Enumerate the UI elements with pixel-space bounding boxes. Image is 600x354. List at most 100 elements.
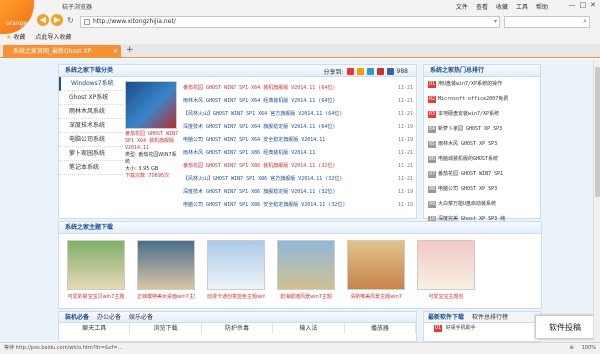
menu-tools[interactable]: 工具 [516, 2, 528, 11]
list-item[interactable]: 【风林火山】GHOST WIN7 SP1 X64 官方旗舰版 V2014.11 … [183, 108, 413, 121]
list-item[interactable]: 01 好桌手机助手 [424, 323, 540, 334]
share-qzone-icon[interactable] [356, 68, 364, 75]
header-chat[interactable]: 聊天工具 [59, 323, 131, 334]
item-text[interactable]: 雨林木风 GHOST XP SP3 [438, 141, 497, 147]
back-button[interactable]: ◀ [37, 14, 49, 26]
search-input[interactable]: ⌕ [504, 16, 590, 28]
theme-thumbnail[interactable]: 碧海银滩风景win7主题 [277, 240, 335, 300]
list-item[interactable]: 雨林木风 GHOST WIN7 SP1 X64 经典装机版 V2014.11 (… [183, 95, 413, 108]
sidebar-item[interactable]: Ghost XP系统 [59, 91, 123, 105]
maximize-button[interactable]: □ [580, 1, 587, 9]
list-item[interactable]: 电脑公司 GHOST WIN7 SP1 X86 安全稳定旗舰版 V2014.11… [183, 199, 413, 212]
item-title[interactable]: 深度技术 GHOST WIN7 SP1 X64 旗舰稳定版 V2014.11 (… [183, 121, 335, 134]
item-text[interactable]: 番茄花园 GHOST WIN7 SP1 [438, 171, 503, 177]
search-icon[interactable]: ⌕ [583, 17, 587, 26]
favorites-button[interactable]: ★ 收藏 [6, 32, 25, 41]
thumbnail-caption[interactable]: 可爱的婴宝宝贝win7主题 [67, 293, 125, 300]
item-text[interactable]: 电脑城装机版的GHOST系统 [438, 156, 498, 162]
list-item[interactable]: 04 新萝卜家园 GHOST XP SP3 [424, 122, 540, 137]
menu-favorites[interactable]: 收藏 [496, 2, 508, 11]
menu-help[interactable]: 帮助 [536, 2, 548, 11]
featured-image[interactable] [125, 81, 177, 129]
thumbnail-image[interactable] [347, 240, 405, 290]
thumbnail-image[interactable] [417, 240, 475, 290]
list-item[interactable]: 07 番茄花园 GHOST WIN7 SP1 [424, 167, 540, 182]
featured-item[interactable]: 番茄花园 GHOST WIN7 SP1 X64 装机旗舰版 V2014.11 类… [125, 81, 181, 180]
header-player[interactable]: 播放器 [345, 323, 417, 334]
scrollbar-thumb[interactable] [595, 67, 600, 197]
header-browser[interactable]: 浏览下载 [130, 323, 202, 334]
thumbnail-image[interactable] [207, 240, 265, 290]
theme-thumbnail[interactable]: 动漫卡通创意蓝色主题win7 [207, 240, 265, 300]
list-item[interactable]: 【风林火山】GHOST WIN7 SP1 X86 官方旗舰版 V2014.11 … [183, 173, 413, 186]
list-item[interactable]: 08 电脑公司 GHOST XP SP3 [424, 182, 540, 197]
submit-software-button[interactable]: 软件投稿 [535, 315, 595, 339]
item-title[interactable]: 电脑公司 GHOST WIN7 SP1 X86 安全稳定旗舰版 V2014.11… [183, 199, 345, 212]
item-title[interactable]: 【风林火山】GHOST WIN7 SP1 X86 官方旗舰版 V2014.11 … [183, 173, 342, 186]
theme-thumbnail[interactable]: 可爱宝宝主题包 [417, 240, 475, 300]
list-item[interactable]: 05 雨林木风 GHOST XP SP3 [424, 137, 540, 152]
list-item[interactable]: 09 大白菜万能U盘启动装系统 [424, 197, 540, 212]
item-title[interactable]: 雨林木风 GHOST WIN7 SP1 X64 经典装机版 V2014.11 (… [183, 95, 335, 108]
sidebar-item[interactable]: 雨林木风系统 [59, 105, 123, 119]
item-title[interactable]: 番茄花园 GHOST WIN7 SP1 X86 装机旗舰版 V2014.11 (… [183, 160, 335, 173]
item-text[interactable]: 新萝卜家园 GHOST XP SP3 [438, 126, 502, 132]
item-title[interactable]: 深度技术 GHOST WIN7 SP1 X86 旗舰稳定版 V2014.11 (… [183, 186, 335, 199]
list-item[interactable]: 雨林木风 GHOST WIN7 SP1 X86 经典装机版 V2014.11 11… [183, 147, 413, 160]
sidebar-item[interactable]: Windows7系统 [59, 77, 123, 91]
refresh-button[interactable]: ↻ [66, 16, 75, 25]
featured-caption[interactable]: 番茄花园 GHOST WIN7 SP1 X64 装机旗舰版 V2014.11 [125, 131, 181, 152]
tab-entertainment-essentials[interactable]: 娱乐必备 [129, 312, 153, 322]
sidebar-item[interactable]: 电脑公司系统 [59, 133, 123, 147]
menu-file[interactable]: 文件 [456, 2, 468, 11]
share-tencent-icon[interactable] [366, 68, 374, 75]
item-title[interactable]: 【风林火山】GHOST WIN7 SP1 X64 官方旗舰版 V2014.11 … [183, 108, 342, 121]
sidebar-item[interactable]: 笔记本系统 [59, 161, 123, 175]
zoom-level[interactable]: 100% [582, 343, 596, 354]
item-text[interactable]: 电脑公司 GHOST XP SP3 [438, 186, 497, 192]
import-favorites-link[interactable]: 点此导入收藏 [35, 32, 71, 41]
list-item[interactable]: 番茄花园 GHOST WIN7 SP1 X64 装机旗舰版 V2014.11 (… [183, 82, 413, 95]
list-item[interactable]: 01 用U盘装win7/XP系统的操作 [424, 77, 540, 92]
item-text[interactable]: Microsoft office2007免费 [438, 96, 508, 102]
item-title[interactable]: 电脑公司 GHOST WIN7 SP1 X64 安全稳定旗舰版 V2014.11 [183, 134, 325, 147]
item-text[interactable]: 用U盘装win7/XP系统的操作 [438, 81, 502, 87]
header-input-method[interactable]: 输入法 [273, 323, 345, 334]
tab-latest-software[interactable]: 最新软件下载 [428, 312, 464, 322]
address-bar[interactable]: http://www.xitongzhijia.net/ ▾ [80, 16, 500, 28]
list-item[interactable]: 深度技术 GHOST WIN7 SP1 X64 旗舰稳定版 V2014.11 (… [183, 121, 413, 134]
new-tab-button[interactable]: + [126, 45, 134, 55]
tab-install-essentials[interactable]: 装机必备 [65, 312, 89, 322]
theme-thumbnail[interactable]: 清新唯美风景主题win7 [347, 240, 405, 300]
theme-thumbnail[interactable]: 正妹模特美女桌面win7主题 [137, 240, 195, 300]
zoom-icon[interactable]: ⊕ [570, 343, 574, 354]
minimize-button[interactable]: — [569, 1, 576, 9]
list-item[interactable]: 03 本地硬盘安装win7/XP系统 [424, 107, 540, 122]
vertical-scrollbar[interactable] [593, 59, 600, 342]
sidebar-item[interactable]: 萝卜家园系统 [59, 147, 123, 161]
forward-button[interactable]: ▶ [51, 14, 63, 26]
thumbnail-caption[interactable]: 清新唯美风景主题win7 [347, 293, 405, 300]
close-icon[interactable]: ✕ [113, 45, 118, 58]
item-text[interactable]: 大白菜万能U盘启动装系统 [438, 201, 496, 207]
theme-thumbnail[interactable]: 可爱的婴宝宝贝win7主题 [67, 240, 125, 300]
chevron-down-icon[interactable]: ▾ [494, 17, 497, 27]
tab-active[interactable]: 系统之家官网_最新Ghost XP ✕ [3, 45, 121, 58]
tab-office-essentials[interactable]: 办公必备 [97, 312, 121, 322]
thumbnail-image[interactable] [67, 240, 125, 290]
menu-view[interactable]: 查看 [476, 2, 488, 11]
thumbnail-image[interactable] [137, 240, 195, 290]
item-text[interactable]: 本地硬盘安装win7/XP系统 [438, 111, 499, 117]
item-title[interactable]: 雨林木风 GHOST WIN7 SP1 X86 经典装机版 V2014.11 [183, 147, 315, 160]
list-item[interactable]: 深度技术 GHOST WIN7 SP1 X86 旗舰稳定版 V2014.11 (… [183, 186, 413, 199]
thumbnail-caption[interactable]: 碧海银滩风景win7主题 [277, 293, 335, 300]
sidebar-item[interactable]: 深度技术系统 [59, 119, 123, 133]
share-more-icon[interactable] [386, 68, 394, 75]
list-item[interactable]: 02 Microsoft office2007免费 [424, 92, 540, 107]
list-item[interactable]: 06 电脑城装机版的GHOST系统 [424, 152, 540, 167]
header-antivirus[interactable]: 防护杀毒 [202, 323, 274, 334]
list-item[interactable]: 番茄花园 GHOST WIN7 SP1 X86 装机旗舰版 V2014.11 (… [183, 160, 413, 173]
item-title[interactable]: 番茄花园 GHOST WIN7 SP1 X64 装机旗舰版 V2014.11 (… [183, 82, 335, 95]
share-renren-icon[interactable] [376, 68, 384, 75]
tab-software-ranking[interactable]: 软件总排行榜 [472, 312, 508, 322]
